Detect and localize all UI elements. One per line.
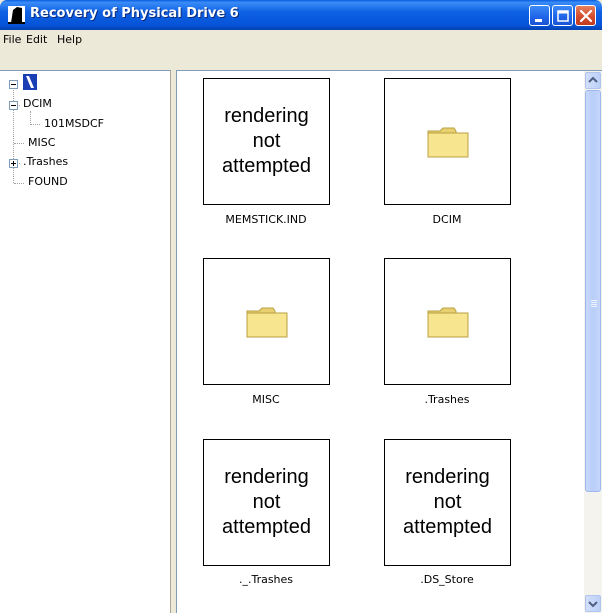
scroll-down-button[interactable]: [585, 595, 601, 612]
chevron-down-icon: [588, 601, 598, 608]
file-thumbnail[interactable]: rendering not attempted: [203, 78, 330, 205]
tree-item-dcim[interactable]: DCIM: [23, 97, 52, 110]
maximize-icon: [557, 10, 569, 22]
tree-item-trashes[interactable]: .Trashes: [23, 155, 68, 168]
folder-name-label[interactable]: DCIM: [362, 213, 532, 226]
close-icon: [579, 9, 593, 23]
grip-icon: [591, 300, 597, 301]
folder-tree[interactable]: DCIM 101MSDCF MISC .Trashes FOUND: [0, 70, 171, 613]
preview-placeholder-text: rendering not attempted: [222, 105, 311, 177]
folder-icon: [427, 307, 469, 338]
scroll-thumb[interactable]: [585, 90, 601, 492]
tree-item-found[interactable]: FOUND: [28, 175, 68, 188]
collapse-dcim-toggle[interactable]: [9, 101, 18, 110]
drive-icon[interactable]: [23, 74, 37, 90]
folder-icon: [427, 127, 469, 158]
file-name-label[interactable]: .DS_Store: [362, 573, 532, 586]
folder-name-label[interactable]: MISC: [181, 393, 351, 406]
chevron-up-icon: [588, 76, 598, 83]
vertical-scrollbar[interactable]: [584, 71, 602, 613]
expand-trashes-toggle[interactable]: [9, 159, 18, 168]
file-name-label[interactable]: MEMSTICK.IND: [181, 213, 351, 226]
folder-thumbnail[interactable]: [203, 258, 330, 385]
title-bar[interactable]: Recovery of Physical Drive 6: [0, 0, 602, 30]
app-icon: [8, 6, 25, 24]
scroll-up-button[interactable]: [585, 72, 601, 89]
file-thumbnail[interactable]: rendering not attempted: [384, 439, 511, 566]
close-button[interactable]: [575, 5, 596, 26]
file-name-label[interactable]: ._.Trashes: [181, 573, 351, 586]
preview-placeholder-text: rendering not attempted: [403, 466, 492, 538]
folder-thumbnail[interactable]: [384, 258, 511, 385]
collapse-root-toggle[interactable]: [9, 80, 18, 89]
minimize-button[interactable]: [529, 5, 550, 26]
file-thumbnail-view[interactable]: rendering not attempted MEMSTICK.IND DCI…: [176, 70, 602, 613]
folder-name-label[interactable]: .Trashes: [362, 393, 532, 406]
menu-bar: File Edit Help: [0, 30, 602, 49]
menu-file[interactable]: File: [3, 33, 21, 46]
window-title: Recovery of Physical Drive 6: [30, 6, 239, 21]
minimize-icon: [535, 19, 542, 22]
preview-placeholder-text: rendering not attempted: [222, 466, 311, 538]
menu-help[interactable]: Help: [57, 33, 82, 46]
folder-icon: [246, 307, 288, 338]
menu-edit[interactable]: Edit: [26, 33, 47, 46]
maximize-button[interactable]: [552, 5, 573, 26]
file-thumbnail[interactable]: rendering not attempted: [203, 439, 330, 566]
folder-thumbnail[interactable]: [384, 78, 511, 205]
tree-item-101msdcf[interactable]: 101MSDCF: [44, 117, 104, 130]
tree-item-misc[interactable]: MISC: [28, 136, 55, 149]
